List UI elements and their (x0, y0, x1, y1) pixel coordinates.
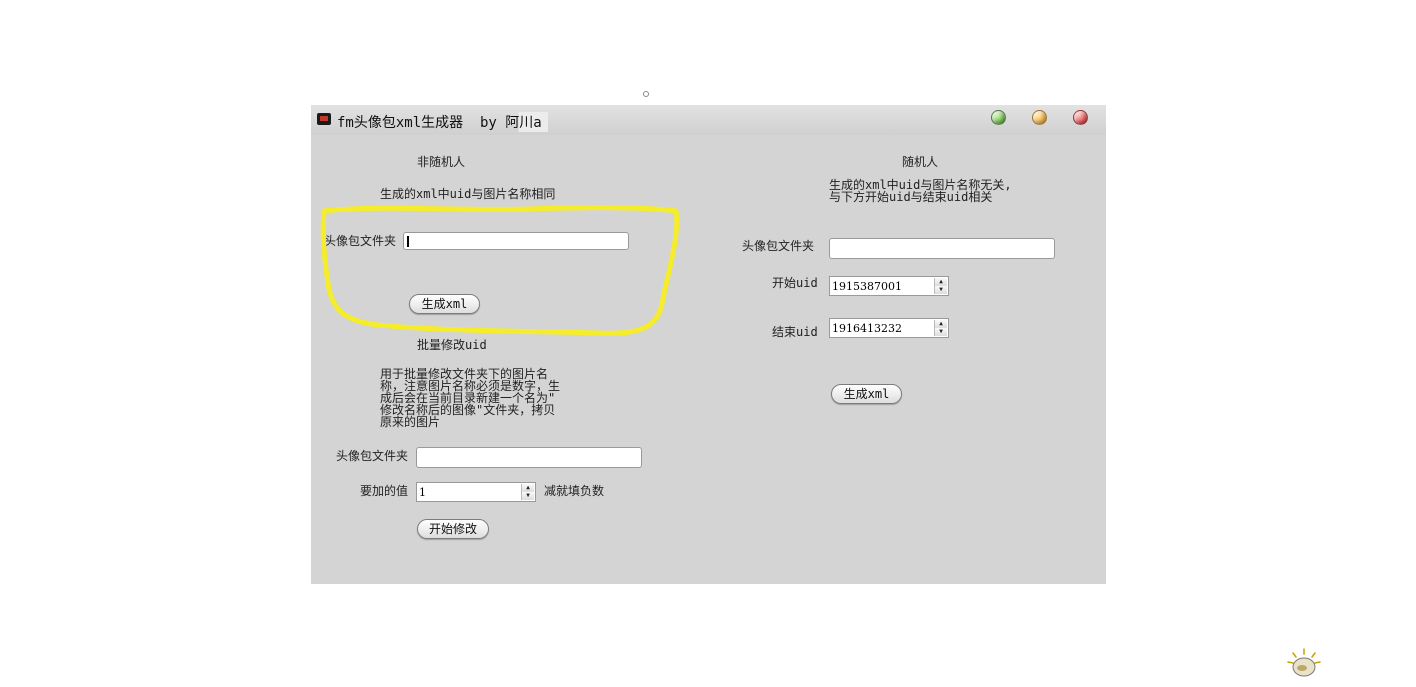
add-value: 1 (419, 486, 426, 499)
spinner-buttons: ▲ ▼ (934, 320, 947, 336)
random-section-title: 随机人 (902, 155, 939, 169)
end-uid-spinner[interactable]: 1916413232 ▲ ▼ (829, 318, 949, 338)
highlight-annotation (320, 205, 680, 336)
right-folder-label: 头像包文件夹 (742, 239, 815, 253)
decorative-dot (643, 91, 649, 97)
add-value-spinner[interactable]: 1 ▲ ▼ (416, 482, 536, 502)
batch-folder-input[interactable] (416, 447, 642, 468)
random-description: 生成的xml中uid与图片名称无关, 与下方开始uid与结束uid相关 (829, 178, 1012, 204)
end-uid-label: 结束uid (772, 325, 818, 339)
batch-folder-label: 头像包文件夹 (336, 449, 409, 463)
add-value-label: 要加的值 (360, 484, 409, 498)
start-modify-button[interactable]: 开始修改 (417, 519, 489, 539)
right-generate-xml-button[interactable]: 生成xml (831, 384, 902, 404)
start-uid-spinner[interactable]: 1915387001 ▲ ▼ (829, 276, 949, 296)
spinner-buttons: ▲ ▼ (521, 484, 534, 500)
batch-description: 用于批量修改文件夹下的图片名 称，注意图片名称必须是数字，生 成后会在当前目录新… (380, 367, 561, 429)
title-bar[interactable]: fm头像包xml生成器 by 阿川a (311, 105, 1106, 135)
non-random-description: 生成的xml中uid与图片名称相同 (380, 187, 556, 201)
lamp-mascot-icon (1287, 648, 1321, 677)
spinner-down-icon[interactable]: ▼ (935, 328, 947, 336)
window-title: fm头像包xml生成器 by 阿川a (337, 112, 548, 132)
end-uid-value: 1916413232 (832, 322, 902, 335)
non-random-section-title: 非随机人 (417, 155, 466, 169)
maximize-button[interactable] (1032, 110, 1047, 125)
start-uid-label: 开始uid (772, 276, 818, 290)
spinner-down-icon[interactable]: ▼ (522, 492, 534, 500)
highlight-stroke (320, 205, 680, 336)
spinner-buttons: ▲ ▼ (934, 278, 947, 294)
minimize-button[interactable] (991, 110, 1006, 125)
spinner-down-icon[interactable]: ▼ (935, 286, 947, 294)
add-value-hint: 减就填负数 (544, 484, 605, 498)
start-uid-value: 1915387001 (832, 280, 902, 293)
close-button[interactable] (1073, 110, 1088, 125)
right-folder-input[interactable] (829, 238, 1055, 259)
app-logo-icon (317, 113, 331, 125)
app-window: fm头像包xml生成器 by 阿川a 非随机人 生成的xml中uid与图片名称相… (311, 105, 1106, 584)
